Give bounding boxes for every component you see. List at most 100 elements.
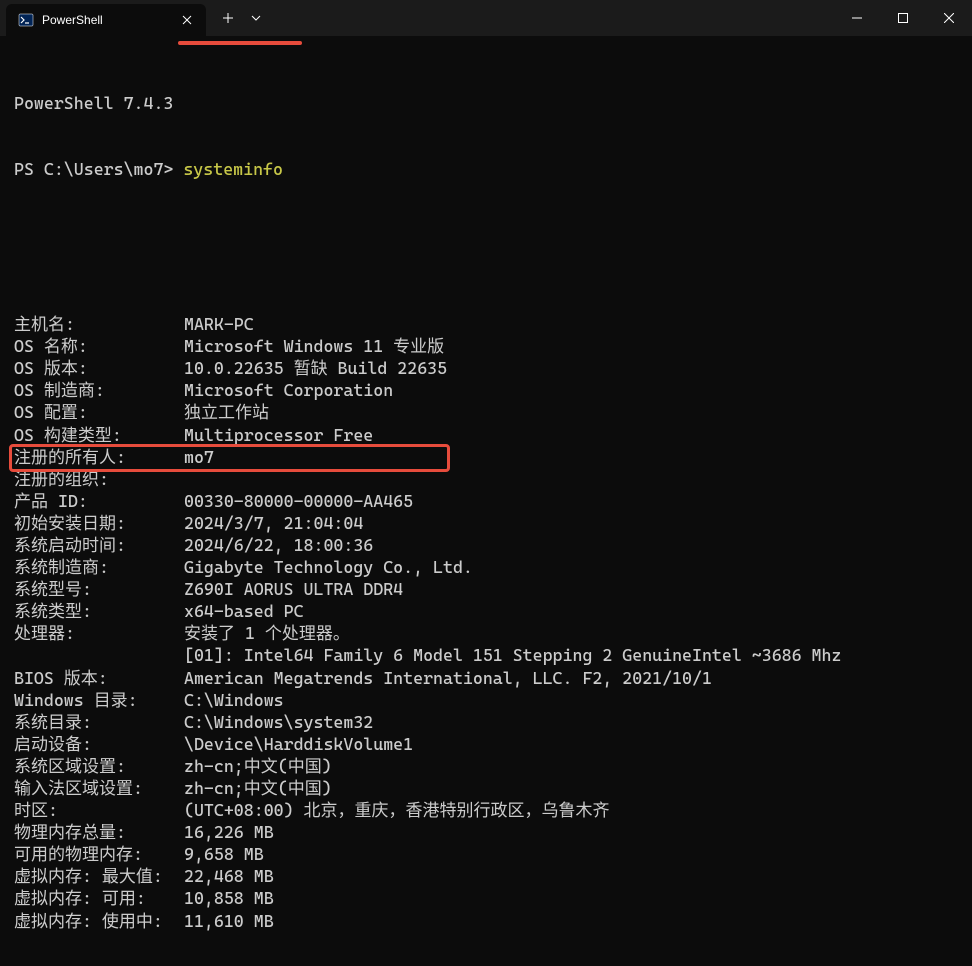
- info-row: 主机名:MARK-PC: [14, 313, 958, 335]
- info-label: 处理器:: [14, 622, 184, 644]
- info-value: 2024/3/7, 21:04:04: [184, 512, 363, 534]
- new-tab-button[interactable]: [212, 2, 244, 34]
- window-controls: [834, 0, 972, 36]
- info-value: Multiprocessor Free: [184, 424, 373, 446]
- info-row: 可用的物理内存:9,658 MB: [14, 843, 958, 865]
- close-icon[interactable]: [180, 13, 194, 27]
- info-value: 10,858 MB: [184, 887, 274, 909]
- info-label: 系统目录:: [14, 711, 184, 733]
- info-value: 安装了 1 个处理器。: [184, 622, 350, 644]
- info-label: 系统型号:: [14, 578, 184, 600]
- info-row: 虚拟内存: 最大值:22,468 MB: [14, 865, 958, 887]
- version-line: PowerShell 7.4.3: [14, 92, 958, 114]
- info-value: [01]: Intel64 Family 6 Model 151 Steppin…: [184, 644, 841, 666]
- info-value: zh-cn;中文(中国): [184, 777, 332, 799]
- info-row: 虚拟内存: 可用:10,858 MB: [14, 887, 958, 909]
- info-label: 输入法区域设置:: [14, 777, 184, 799]
- tabs-container: PowerShell: [0, 0, 268, 36]
- info-value: 22,468 MB: [184, 865, 274, 887]
- info-row: 系统型号:Z690I AORUS ULTRA DDR4: [14, 578, 958, 600]
- info-row: 注册的所有人:mo7: [14, 446, 958, 468]
- info-row: 产品 ID:00330-80000-00000-AA465: [14, 490, 958, 512]
- info-value: 10.0.22635 暂缺 Build 22635: [184, 357, 447, 379]
- info-label: 虚拟内存: 最大值:: [14, 865, 184, 887]
- minimize-button[interactable]: [834, 0, 880, 36]
- info-label: OS 名称:: [14, 335, 184, 357]
- info-row: BIOS 版本:American Megatrends Internationa…: [14, 667, 958, 689]
- info-row: 输入法区域设置:zh-cn;中文(中国): [14, 777, 958, 799]
- info-label: [14, 644, 184, 666]
- systeminfo-output: 主机名:MARK-PCOS 名称:Microsoft Windows 11 专业…: [14, 313, 958, 932]
- info-row: 系统启动时间:2024/6/22, 18:00:36: [14, 534, 958, 556]
- info-row: 时区:(UTC+08:00) 北京，重庆，香港特别行政区，乌鲁木齐: [14, 799, 958, 821]
- info-label: 产品 ID:: [14, 490, 184, 512]
- info-label: OS 制造商:: [14, 379, 184, 401]
- info-row: OS 构建类型:Multiprocessor Free: [14, 424, 958, 446]
- info-value: 16,226 MB: [184, 821, 274, 843]
- titlebar: PowerShell: [0, 0, 972, 36]
- info-row: 虚拟内存: 使用中:11,610 MB: [14, 910, 958, 932]
- info-row: 系统制造商:Gigabyte Technology Co., Ltd.: [14, 556, 958, 578]
- info-label: 系统制造商:: [14, 556, 184, 578]
- info-value: \Device\HarddiskVolume1: [184, 733, 413, 755]
- info-value: 2024/6/22, 18:00:36: [184, 534, 373, 556]
- info-value: C:\Windows\system32: [184, 711, 373, 733]
- info-value: C:\Windows: [184, 689, 284, 711]
- info-label: 虚拟内存: 可用:: [14, 887, 184, 909]
- info-label: Windows 目录:: [14, 689, 184, 711]
- tab-dropdown-button[interactable]: [244, 2, 268, 34]
- powershell-icon: [18, 12, 34, 28]
- terminal-content[interactable]: PowerShell 7.4.3 PS C:\Users\mo7> system…: [0, 36, 972, 966]
- info-row: OS 版本:10.0.22635 暂缺 Build 22635: [14, 357, 958, 379]
- info-label: OS 配置:: [14, 401, 184, 423]
- info-row: OS 制造商:Microsoft Corporation: [14, 379, 958, 401]
- info-row: 物理内存总量:16,226 MB: [14, 821, 958, 843]
- info-row: 处理器:安装了 1 个处理器。: [14, 622, 958, 644]
- info-value: 9,658 MB: [184, 843, 264, 865]
- info-value: zh-cn;中文(中国): [184, 755, 332, 777]
- info-value: 11,610 MB: [184, 910, 274, 932]
- blank-line: [14, 247, 958, 269]
- info-label: 注册的所有人:: [14, 446, 184, 468]
- info-row: OS 名称:Microsoft Windows 11 专业版: [14, 335, 958, 357]
- info-label: 物理内存总量:: [14, 821, 184, 843]
- info-row: 启动设备:\Device\HarddiskVolume1: [14, 733, 958, 755]
- info-row: [01]: Intel64 Family 6 Model 151 Steppin…: [14, 644, 958, 666]
- info-value: Gigabyte Technology Co., Ltd.: [184, 556, 473, 578]
- info-row: 系统目录:C:\Windows\system32: [14, 711, 958, 733]
- tab-powershell[interactable]: PowerShell: [6, 4, 206, 36]
- info-label: 启动设备:: [14, 733, 184, 755]
- info-label: BIOS 版本:: [14, 667, 184, 689]
- info-label: OS 构建类型:: [14, 424, 184, 446]
- info-value: x64-based PC: [184, 600, 304, 622]
- info-value: 独立工作站: [184, 401, 269, 423]
- info-value: Microsoft Corporation: [184, 379, 393, 401]
- command-text: systeminfo: [183, 159, 283, 179]
- info-value: (UTC+08:00) 北京，重庆，香港特别行政区，乌鲁木齐: [184, 799, 610, 821]
- info-label: 时区:: [14, 799, 184, 821]
- info-label: OS 版本:: [14, 357, 184, 379]
- info-value: 00330-80000-00000-AA465: [184, 490, 413, 512]
- info-value: mo7: [184, 446, 214, 468]
- info-label: 主机名:: [14, 313, 184, 335]
- info-value: Z690I AORUS ULTRA DDR4: [184, 578, 403, 600]
- info-label: 虚拟内存: 使用中:: [14, 910, 184, 932]
- info-value: MARK-PC: [184, 313, 254, 335]
- info-row: Windows 目录:C:\Windows: [14, 689, 958, 711]
- info-label: 系统区域设置:: [14, 755, 184, 777]
- close-window-button[interactable]: [926, 0, 972, 36]
- maximize-button[interactable]: [880, 0, 926, 36]
- prompt-line: PS C:\Users\mo7> systeminfo: [14, 158, 958, 180]
- prompt-ps: PS: [14, 159, 44, 179]
- prompt-path: C:\Users\mo7>: [44, 159, 183, 179]
- info-label: 可用的物理内存:: [14, 843, 184, 865]
- info-value: Microsoft Windows 11 专业版: [184, 335, 444, 357]
- info-row: 系统类型:x64-based PC: [14, 600, 958, 622]
- info-label: 系统类型:: [14, 600, 184, 622]
- info-row: 初始安装日期:2024/3/7, 21:04:04: [14, 512, 958, 534]
- info-label: 注册的组织:: [14, 468, 184, 490]
- info-label: 系统启动时间:: [14, 534, 184, 556]
- info-row: 注册的组织:: [14, 468, 958, 490]
- info-label: 初始安装日期:: [14, 512, 184, 534]
- info-value: American Megatrends International, LLC. …: [184, 667, 712, 689]
